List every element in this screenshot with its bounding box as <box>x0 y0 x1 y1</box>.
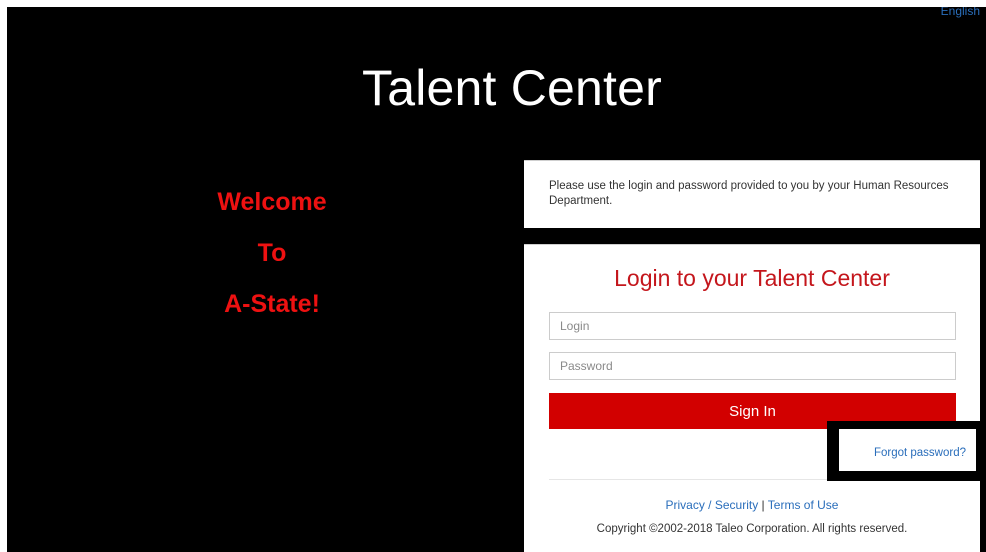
footer-separator: | <box>761 498 765 512</box>
forgot-password-link[interactable]: Forgot password? <box>874 447 966 459</box>
login-panel: Login to your Talent Center Sign In Priv… <box>524 244 980 552</box>
notice-panel: Please use the login and password provid… <box>524 160 980 228</box>
page-background: English Talent Center Welcome To A-State… <box>7 7 986 552</box>
welcome-line: A-State! <box>224 290 320 318</box>
footer-links: Privacy / Security | Terms of Use <box>524 498 980 512</box>
password-input[interactable] <box>549 352 956 380</box>
welcome-line: To <box>257 239 287 267</box>
forgot-password-container: Forgot password? <box>839 429 976 471</box>
welcome-line: Welcome <box>217 188 327 216</box>
login-input[interactable] <box>549 312 956 340</box>
privacy-security-link[interactable]: Privacy / Security <box>666 498 759 512</box>
notice-text: Please use the login and password provid… <box>549 180 949 207</box>
language-link[interactable]: English <box>941 7 980 18</box>
terms-of-use-link[interactable]: Terms of Use <box>768 498 839 512</box>
copyright-text: Copyright ©2002-2018 Taleo Corporation. … <box>596 523 908 535</box>
welcome-message: Welcome To A-State! <box>147 177 397 330</box>
forgot-password-highlight: Forgot password? <box>827 421 986 481</box>
login-heading: Login to your Talent Center <box>614 265 890 291</box>
app-title: Talent Center <box>362 60 662 116</box>
